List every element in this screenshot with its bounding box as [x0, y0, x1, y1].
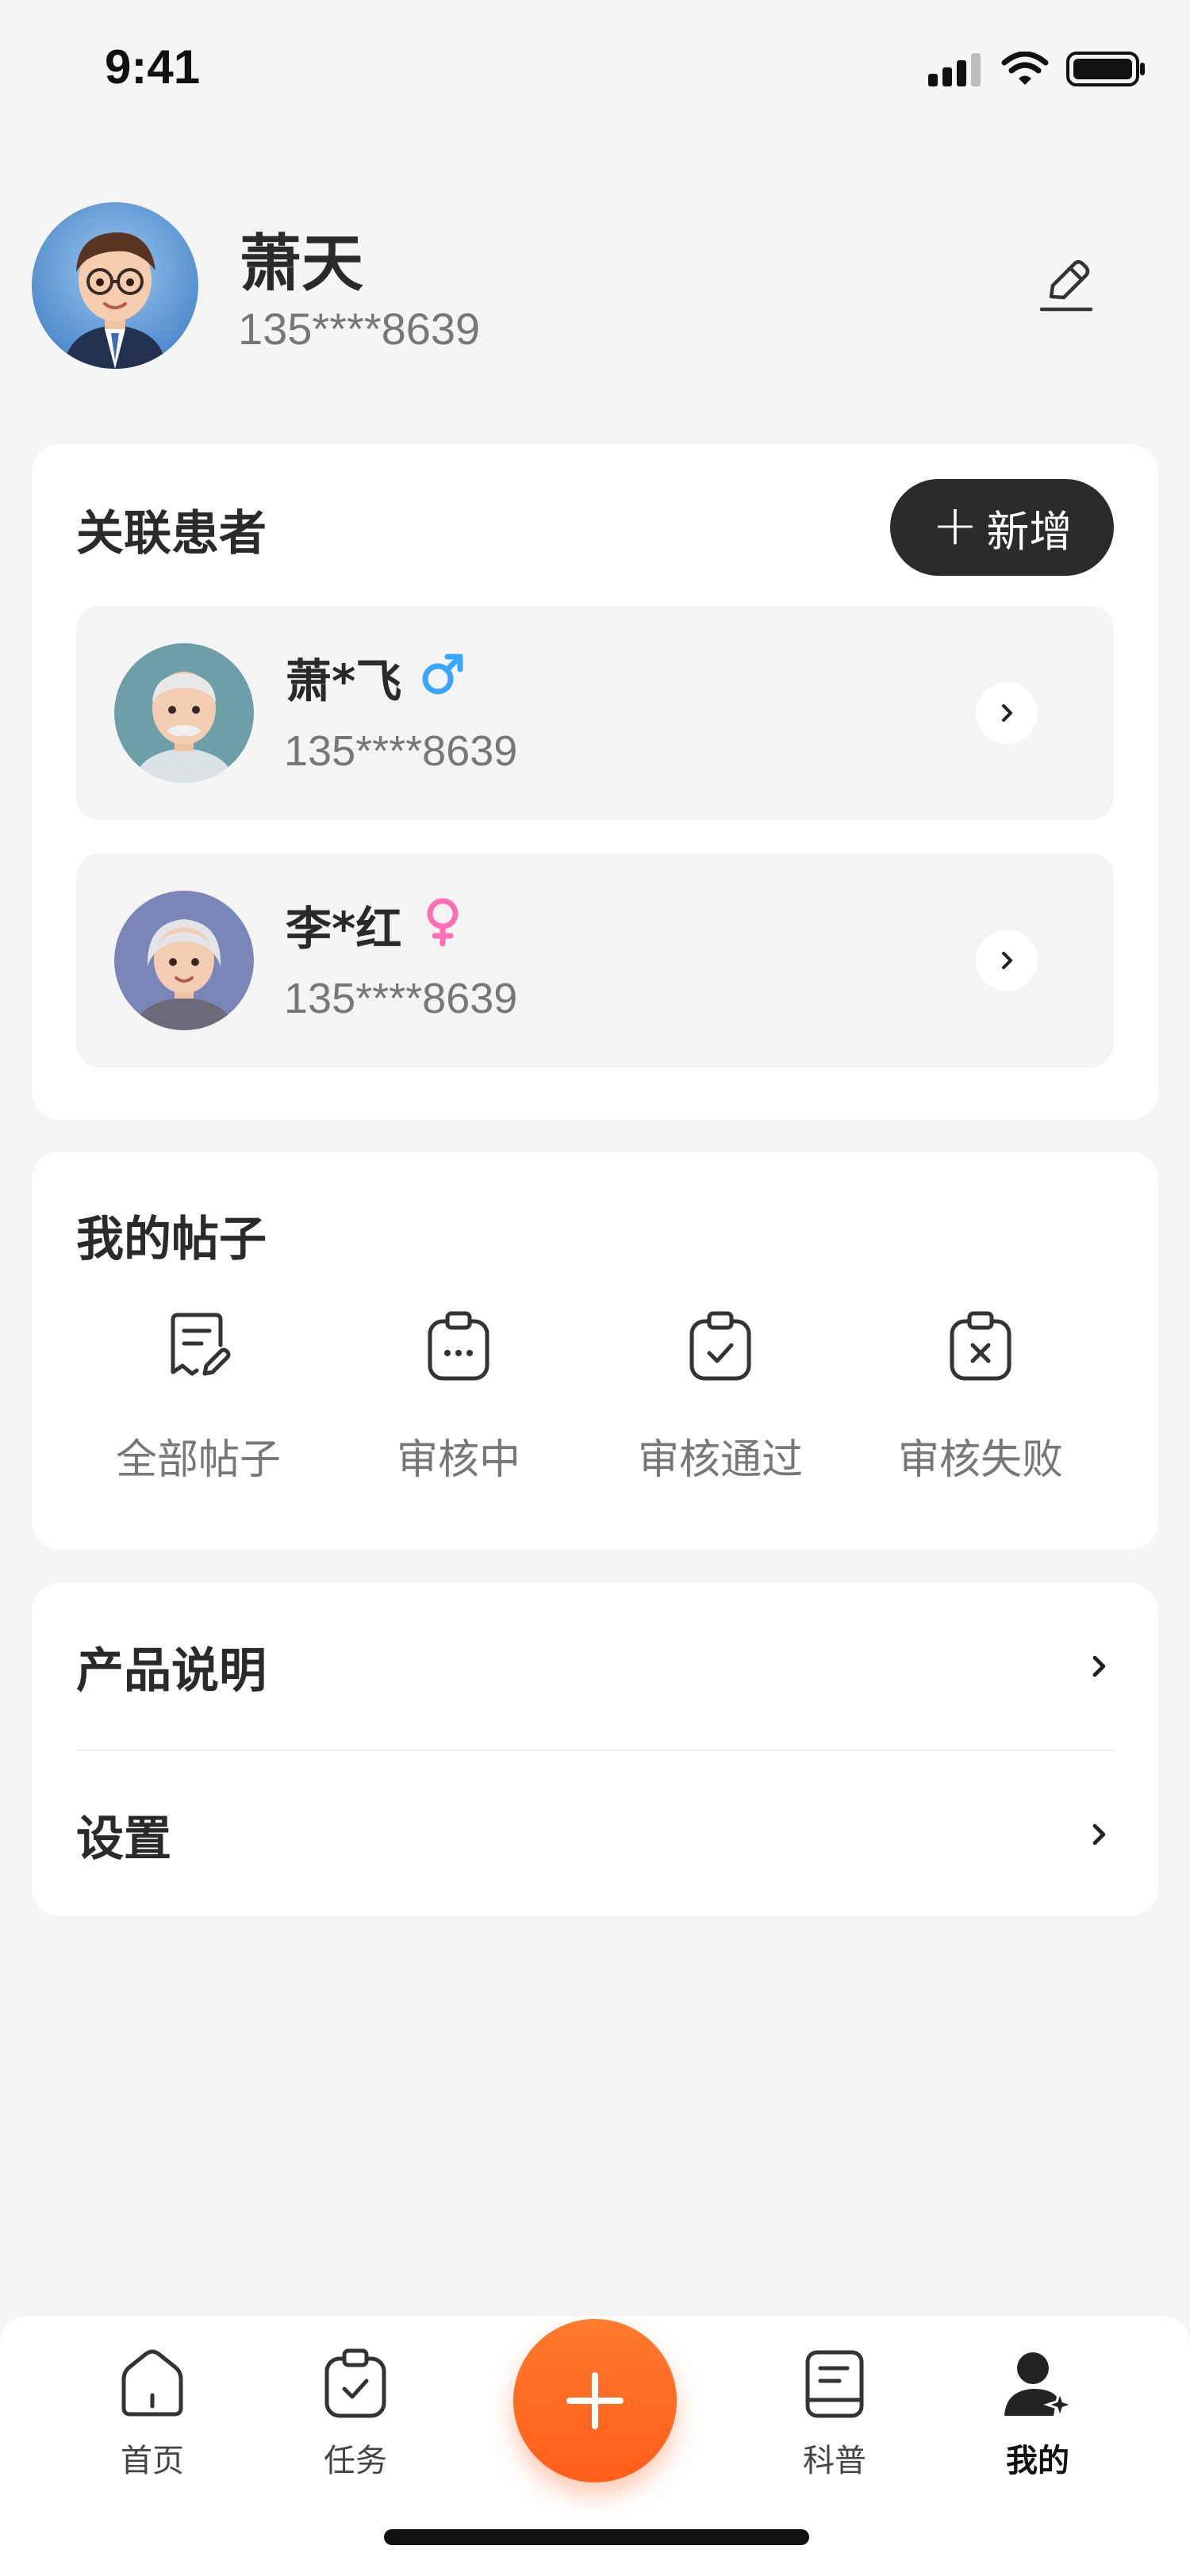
review-passed-button[interactable]: 审核通过 — [601, 1310, 839, 1485]
patients-section-title: 关联患者 — [76, 506, 267, 562]
my-posts-card: 我的帖子 全部帖子 审核中 审核通过 审核失败 — [32, 1152, 1158, 1550]
patient-detail-button[interactable] — [976, 930, 1038, 991]
product-info-row[interactable]: 产品说明 — [76, 1583, 1114, 1750]
home-indicator — [384, 2529, 809, 2545]
tab-science[interactable]: 科普 — [763, 2348, 906, 2481]
boy-avatar — [32, 202, 198, 369]
user-icon — [1004, 2352, 1077, 2421]
review-failed-button[interactable]: 审核失败 — [862, 1310, 1100, 1485]
create-post-button[interactable] — [513, 2319, 677, 2482]
patient-avatar — [114, 891, 254, 1030]
post-item-label: 审核通过 — [637, 1436, 803, 1484]
add-patient-label: 新增 — [986, 506, 1073, 557]
all-posts-button[interactable]: 全部帖子 — [79, 1310, 317, 1485]
tab-label: 任务 — [324, 2443, 387, 2479]
patient-phone: 135****8639 — [284, 975, 518, 1022]
home-icon — [121, 2349, 183, 2417]
status-icons — [928, 51, 1146, 87]
wifi-icon — [1001, 52, 1049, 85]
user-avatar[interactable] — [32, 202, 198, 369]
menu-item-label: 设置 — [76, 1811, 171, 1867]
chevron-right-icon — [1002, 952, 1012, 969]
patient-name: 萧*飞 — [286, 654, 402, 708]
menu-item-label: 产品说明 — [76, 1643, 267, 1699]
linked-patients-card: 关联患者 + 新增 萧*飞 135****8639 李*红 135****863… — [32, 444, 1158, 1120]
elderly-woman-avatar — [114, 891, 254, 1030]
tab-label: 首页 — [121, 2443, 184, 2479]
tab-mine[interactable]: 我的 — [966, 2348, 1109, 2481]
menu-card: 产品说明 设置 — [32, 1583, 1158, 1916]
edit-profile-button[interactable] — [1035, 254, 1097, 316]
task-icon — [324, 2348, 386, 2418]
chevron-right-icon — [1002, 704, 1012, 722]
pending-review-button[interactable]: 审核中 — [340, 1310, 578, 1485]
settings-row[interactable]: 设置 — [76, 1751, 1114, 1918]
chevron-right-icon — [1092, 1655, 1106, 1677]
posts-section-title: 我的帖子 — [76, 1212, 267, 1267]
post-edit-icon — [171, 1313, 231, 1376]
battery-icon — [1066, 52, 1145, 86]
book-icon — [805, 2350, 864, 2418]
post-item-label: 全部帖子 — [115, 1436, 281, 1484]
tab-tasks[interactable]: 任务 — [284, 2348, 427, 2481]
patient-item[interactable]: 萧*飞 135****8639 — [76, 606, 1114, 820]
tab-label: 我的 — [1006, 2443, 1069, 2479]
post-item-label: 审核中 — [396, 1436, 520, 1484]
male-icon — [422, 654, 463, 695]
female-icon — [427, 898, 459, 947]
status-time: 9:41 — [105, 40, 201, 94]
chevron-right-icon — [1092, 1823, 1106, 1846]
clipboard-x-icon — [950, 1311, 1012, 1381]
add-patient-button[interactable]: + 新增 — [890, 479, 1114, 576]
user-phone: 135****8639 — [238, 304, 481, 354]
patient-phone: 135****8639 — [284, 727, 518, 775]
tab-label: 科普 — [803, 2443, 866, 2479]
patient-detail-button[interactable] — [976, 682, 1038, 744]
patient-name: 李*红 — [286, 902, 402, 956]
clipboard-check-icon — [689, 1311, 751, 1381]
post-item-label: 审核失败 — [897, 1436, 1063, 1484]
patient-avatar — [114, 643, 254, 783]
edit-pen-icon — [1039, 260, 1093, 312]
clipboard-pending-icon — [428, 1311, 489, 1381]
plus-icon: + — [931, 493, 979, 558]
plus-icon — [566, 2372, 624, 2429]
user-name: 萧天 — [240, 228, 364, 300]
elderly-man-avatar — [114, 643, 254, 783]
patient-item[interactable]: 李*红 135****8639 — [76, 853, 1114, 1068]
tab-home[interactable]: 首页 — [81, 2348, 224, 2481]
signal-icon — [928, 53, 981, 86]
